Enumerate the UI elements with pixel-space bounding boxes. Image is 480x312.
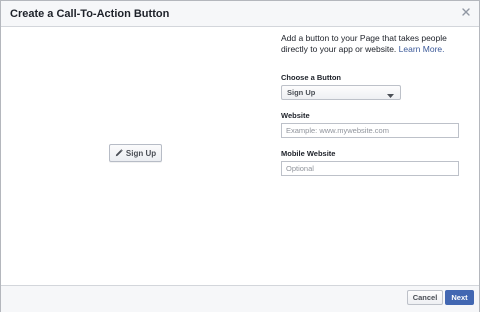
chevron-down-icon: [387, 91, 394, 100]
mobile-website-input[interactable]: Optional: [281, 161, 459, 176]
website-placeholder: Example: www.mywebsite.com: [286, 126, 389, 135]
website-label: Website: [281, 111, 310, 120]
website-input[interactable]: Example: www.mywebsite.com: [281, 123, 459, 138]
mobile-website-placeholder: Optional: [286, 164, 314, 173]
choose-button-label: Choose a Button: [281, 73, 341, 82]
close-icon[interactable]: [460, 6, 472, 18]
preview-button-label: Sign Up: [125, 148, 157, 158]
choose-button-select[interactable]: Sign Up: [281, 85, 401, 100]
next-button[interactable]: Next: [445, 290, 474, 305]
form-description: Add a button to your Page that takes peo…: [281, 33, 471, 55]
dialog-footer: Cancel Next: [1, 285, 479, 312]
cancel-button[interactable]: Cancel: [407, 290, 443, 305]
choose-button-value: Sign Up: [287, 88, 316, 97]
preview-sign-up-button[interactable]: Sign Up: [109, 144, 162, 162]
cta-form: Add a button to your Page that takes peo…: [281, 33, 471, 176]
button-preview-area: Sign Up: [1, 27, 269, 284]
dialog-body: Sign Up Add a button to your Page that t…: [1, 27, 479, 284]
create-cta-dialog: Create a Call-To-Action Button Sign Up A…: [0, 0, 480, 312]
dialog-header: Create a Call-To-Action Button: [1, 1, 479, 27]
learn-more-link[interactable]: Learn More.: [399, 44, 445, 54]
pencil-icon: [115, 149, 123, 157]
dialog-title: Create a Call-To-Action Button: [10, 8, 170, 20]
mobile-website-label: Mobile Website: [281, 149, 336, 158]
